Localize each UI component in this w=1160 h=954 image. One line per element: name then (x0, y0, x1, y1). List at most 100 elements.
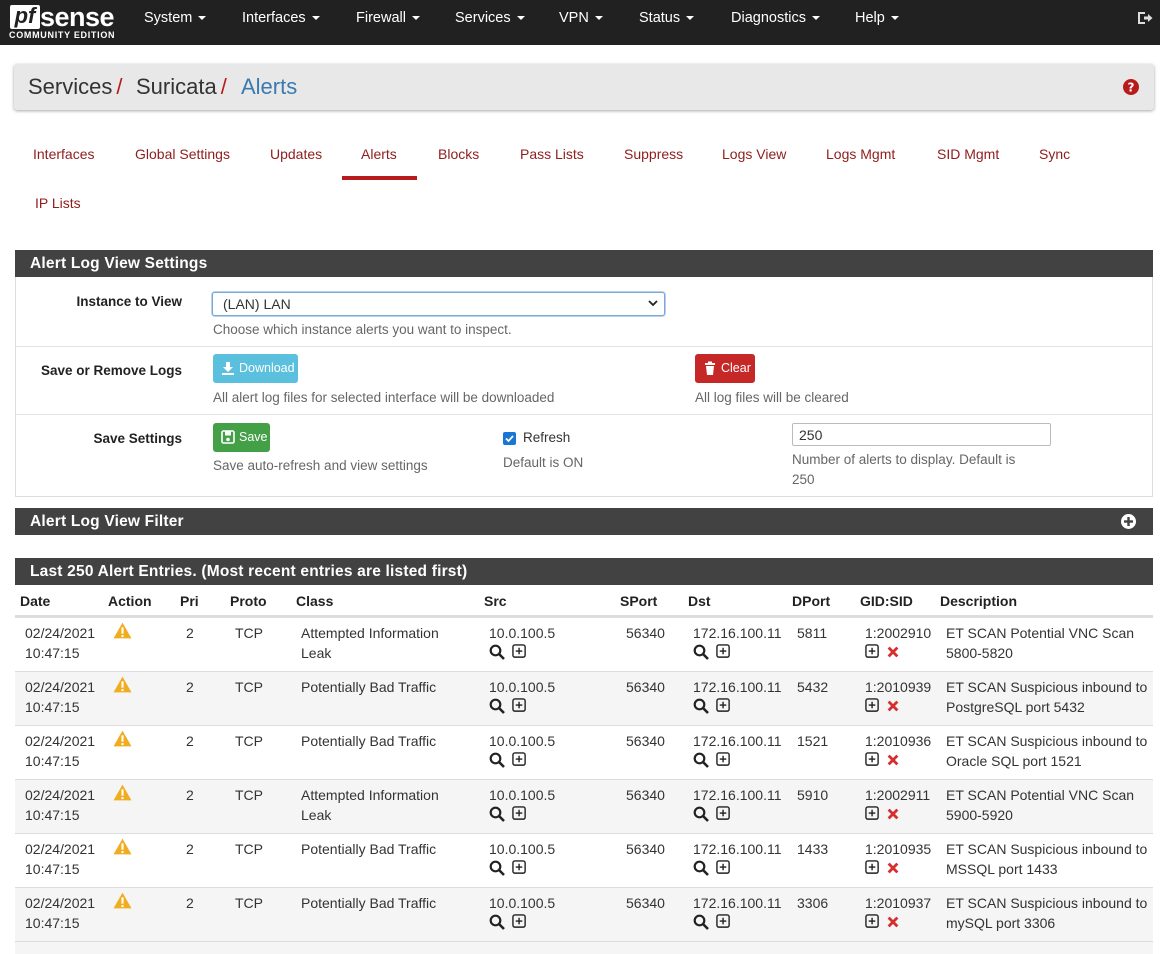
warning-icon (113, 730, 132, 747)
crumb-separator: / (220, 74, 227, 99)
col-class[interactable]: Class (296, 593, 333, 609)
search-icon[interactable] (693, 752, 709, 768)
red-x-icon[interactable] (886, 753, 902, 769)
cell-description-cont: mySQL port 3306 (946, 915, 1056, 931)
plus-square-icon[interactable] (512, 752, 528, 768)
col-description[interactable]: Description (940, 593, 1017, 609)
col-action[interactable]: Action (108, 593, 152, 609)
save-button[interactable]: Save (213, 423, 270, 452)
checkmark-icon (505, 435, 514, 443)
col-dport[interactable]: DPort (792, 593, 830, 609)
nav-interfaces[interactable]: Interfaces (242, 10, 320, 34)
cell-time: 10:47:15 (25, 753, 80, 769)
cell-src: 10.0.100.5 (489, 625, 556, 641)
plus-square-icon[interactable] (865, 698, 881, 714)
tab-alerts[interactable]: Alerts (361, 146, 397, 162)
red-x-icon[interactable] (886, 699, 902, 715)
plus-square-icon[interactable] (512, 698, 528, 714)
alert-count-input[interactable]: 250 (792, 423, 1051, 446)
plus-square-icon[interactable] (865, 914, 881, 930)
clear-button[interactable]: Clear (695, 354, 755, 383)
plus-square-icon[interactable] (716, 860, 732, 876)
search-icon[interactable] (693, 806, 709, 822)
plus-square-icon[interactable] (716, 644, 732, 660)
nav-status[interactable]: Status (639, 10, 695, 34)
search-icon[interactable] (489, 752, 505, 768)
search-icon[interactable] (693, 698, 709, 714)
refresh-checkbox[interactable] (503, 432, 516, 445)
cell-src: 10.0.100.5 (489, 733, 556, 749)
red-x-icon[interactable] (886, 861, 902, 877)
tab-pass-lists[interactable]: Pass Lists (520, 146, 584, 162)
save-remove-logs-label: Save or Remove Logs (40, 363, 182, 378)
cell-class-cont: Leak (301, 807, 332, 823)
cell-sport: 56340 (626, 895, 665, 911)
warning-icon (113, 892, 132, 909)
red-x-icon[interactable] (886, 807, 902, 823)
row-divider (15, 414, 1153, 415)
col-gid-sid[interactable]: GID:SID (860, 593, 913, 609)
plus-square-icon[interactable] (512, 914, 528, 930)
cell-gid-sid: 1:2002910 (865, 625, 932, 641)
search-icon[interactable] (489, 806, 505, 822)
tab-suppress[interactable]: Suppress (624, 146, 683, 162)
plus-square-icon[interactable] (865, 806, 881, 822)
plus-square-icon[interactable] (716, 806, 732, 822)
search-icon[interactable] (489, 860, 505, 876)
crumb-suricata[interactable]: Suricata / (136, 74, 227, 100)
col-sport[interactable]: SPort (620, 593, 657, 609)
tab-updates[interactable]: Updates (270, 146, 322, 162)
nav-services[interactable]: Services (455, 10, 525, 34)
instance-help: Choose which instance alerts you want to… (213, 322, 512, 337)
tab-logs-mgmt[interactable]: Logs Mgmt (826, 146, 895, 162)
nav-help[interactable]: Help (855, 10, 899, 34)
col-date[interactable]: Date (20, 593, 50, 609)
red-x-icon[interactable] (886, 645, 902, 661)
plus-square-icon[interactable] (865, 860, 881, 876)
red-x-icon[interactable] (886, 915, 902, 931)
plus-square-icon[interactable] (865, 644, 881, 660)
table-row-partial (15, 941, 1153, 954)
tab-blocks[interactable]: Blocks (438, 146, 479, 162)
plus-square-icon[interactable] (512, 860, 528, 876)
logout-icon[interactable] (1136, 9, 1154, 27)
tab-interfaces[interactable]: Interfaces (33, 146, 94, 162)
plus-square-icon[interactable] (512, 806, 528, 822)
crumb-services[interactable]: Services / (28, 74, 122, 100)
search-icon[interactable] (693, 914, 709, 930)
help-icon[interactable]: ? (1122, 78, 1140, 96)
col-src[interactable]: Src (484, 593, 507, 609)
plus-square-icon[interactable] (865, 752, 881, 768)
search-icon[interactable] (489, 698, 505, 714)
tab-sid-mgmt[interactable]: SID Mgmt (937, 146, 999, 162)
nav-firewall[interactable]: Firewall (356, 10, 420, 34)
col-pri[interactable]: Pri (180, 593, 199, 609)
cell-dport: 5910 (797, 787, 829, 803)
nav-system[interactable]: System (144, 10, 207, 34)
nav-vpn[interactable]: VPN (559, 10, 603, 34)
plus-square-icon[interactable] (716, 752, 732, 768)
download-button[interactable]: Download (213, 354, 298, 383)
plus-circle-icon[interactable] (1120, 513, 1137, 530)
tab-sync[interactable]: Sync (1039, 146, 1070, 162)
col-dst[interactable]: Dst (688, 593, 711, 609)
nav-diagnostics[interactable]: Diagnostics (731, 10, 820, 34)
search-icon[interactable] (489, 644, 505, 660)
plus-square-icon[interactable] (716, 914, 732, 930)
cell-description: ET SCAN Suspicious inbound to (946, 895, 1148, 911)
tab-global-settings[interactable]: Global Settings (135, 146, 230, 162)
plus-square-icon[interactable] (716, 698, 732, 714)
instance-select[interactable]: (LAN) LAN (212, 292, 665, 316)
tab-logs-view[interactable]: Logs View (722, 146, 786, 162)
refresh-label[interactable]: Refresh (523, 430, 570, 445)
search-icon[interactable] (693, 860, 709, 876)
crumb-alerts[interactable]: Alerts (241, 74, 297, 100)
filter-panel-header[interactable]: Alert Log View Filter (15, 508, 1153, 535)
col-proto[interactable]: Proto (230, 593, 267, 609)
search-icon[interactable] (489, 914, 505, 930)
caret-down-icon (411, 16, 420, 21)
search-icon[interactable] (693, 644, 709, 660)
pfsense-logo[interactable]: pf sense COMMUNITY EDITION (8, 2, 118, 41)
plus-square-icon[interactable] (512, 644, 528, 660)
tab-ip-lists[interactable]: IP Lists (35, 195, 81, 211)
